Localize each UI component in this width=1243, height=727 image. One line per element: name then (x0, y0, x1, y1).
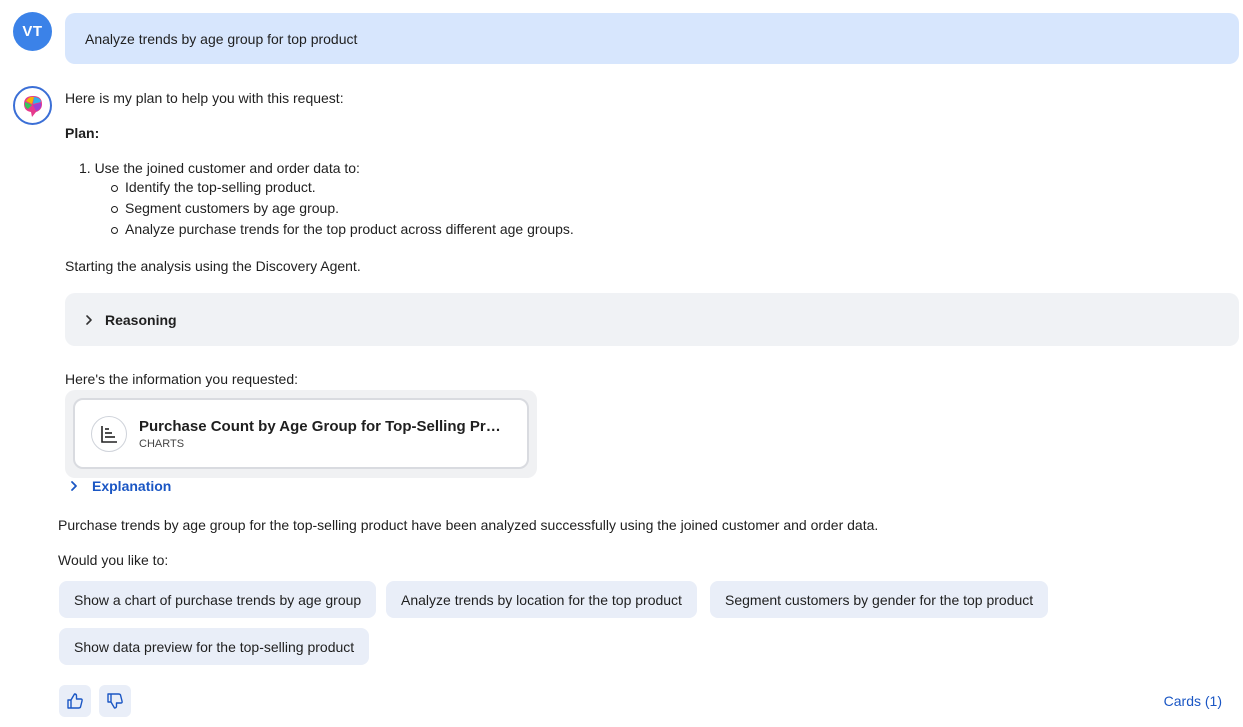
plan-substep: Segment customers by age group. (109, 198, 574, 219)
starting-text: Starting the analysis using the Discover… (65, 258, 361, 274)
plan-substep: Identify the top-selling product. (109, 177, 574, 198)
thumbs-down-icon (107, 693, 123, 709)
result-card-container: Purchase Count by Age Group for Top-Sell… (65, 390, 537, 478)
cards-link[interactable]: Cards (1) (1164, 693, 1222, 709)
thumbs-down-button[interactable] (99, 685, 131, 717)
summary-text: Purchase trends by age group for the top… (58, 517, 879, 533)
followup-prompt: Would you like to: (58, 552, 169, 568)
result-card[interactable]: Purchase Count by Age Group for Top-Sell… (73, 398, 529, 469)
brain-logo-icon (23, 95, 42, 117)
explanation-toggle[interactable]: Explanation (68, 477, 171, 495)
plan-step: 1. Use the joined customer and order dat… (79, 160, 360, 176)
thumbs-up-button[interactable] (59, 685, 91, 717)
plan-substep: Analyze purchase trends for the top prod… (109, 219, 574, 240)
suggestion-chip[interactable]: Show data preview for the top-selling pr… (59, 628, 370, 665)
assistant-avatar (13, 86, 52, 125)
info-text: Here's the information you requested: (65, 371, 299, 387)
user-message-text: Analyze trends by age group for top prod… (85, 30, 358, 47)
bar-chart-icon (91, 415, 127, 452)
user-avatar: VT (13, 12, 52, 51)
thumbs-up-icon (67, 693, 83, 709)
assistant-intro: Here is my plan to help you with this re… (65, 90, 344, 106)
suggestion-chip[interactable]: Show a chart of purchase trends by age g… (59, 581, 377, 618)
suggestion-chip[interactable]: Analyze trends by location for the top p… (386, 581, 697, 618)
reasoning-toggle[interactable]: Reasoning (65, 293, 1239, 346)
card-type: CHARTS (139, 437, 185, 450)
chevron-right-icon (71, 481, 77, 491)
chevron-right-icon (86, 314, 92, 325)
card-text: Purchase Count by Age Group for Top-Sell… (139, 418, 509, 450)
suggestion-chip[interactable]: Segment customers by gender for the top … (710, 581, 1049, 618)
explanation-label: Explanation (92, 478, 172, 494)
user-message: Analyze trends by age group for top prod… (65, 13, 1239, 64)
reasoning-label: Reasoning (105, 311, 177, 328)
plan-list: 1. Use the joined customer and order dat… (79, 159, 574, 240)
card-title: Purchase Count by Age Group for Top-Sell… (139, 417, 509, 435)
plan-heading: Plan: (65, 125, 100, 141)
plan-substeps: Identify the top-selling product. Segmen… (109, 177, 574, 240)
